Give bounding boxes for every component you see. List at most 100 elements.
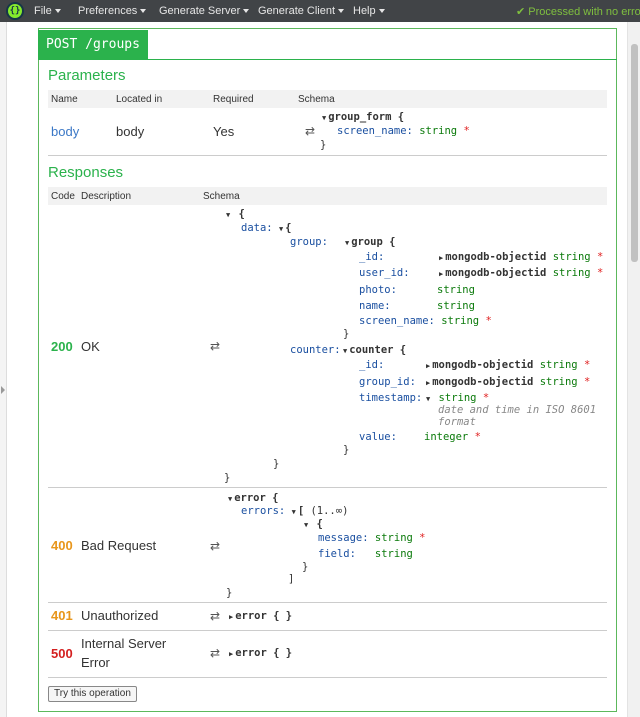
collapse-arrow-icon[interactable]: ▼ — [322, 114, 326, 122]
param-col-located-in: Located in — [116, 94, 163, 105]
counter-field-group-id-type[interactable]: ▶ mongodb-objectid string * — [426, 376, 590, 388]
swap-icon[interactable]: ⇄ — [210, 339, 220, 353]
divider — [48, 155, 607, 156]
menu-generate-client[interactable]: Generate Client — [258, 5, 345, 17]
swap-icon[interactable]: ⇄ — [210, 539, 220, 553]
response-description-server-error-1: Internal Server — [81, 636, 167, 651]
menu-help[interactable]: Help — [353, 5, 385, 17]
response-description-server-error-2: Error — [81, 655, 110, 670]
group-field-id-type[interactable]: ▶ mongodb-objectid string * — [439, 251, 603, 263]
counter-key: counter: — [290, 344, 341, 356]
bad-request-root[interactable]: ▼ error { — [228, 492, 278, 504]
operation-header[interactable]: POST /groups — [38, 30, 617, 60]
bad-request-close: } — [226, 587, 233, 599]
ok-schema-open[interactable]: ▼ { — [226, 208, 245, 220]
collapse-arrow-icon[interactable]: ▼ — [426, 395, 430, 403]
group-row[interactable]: group: — [290, 236, 328, 248]
menu-generate-server[interactable]: Generate Server — [159, 5, 250, 17]
editor-collapse-gutter[interactable] — [0, 22, 7, 717]
field-ref: mongodb-objectid — [445, 267, 547, 279]
required-marker: * — [583, 359, 591, 371]
collapse-arrow-icon[interactable]: ▼ — [228, 495, 232, 503]
expand-arrow-icon[interactable] — [1, 386, 5, 394]
errors-item-open[interactable]: ▼ { — [304, 518, 323, 530]
group-key: group: — [290, 236, 328, 248]
server-error-schema[interactable]: ▶ error { } — [229, 647, 292, 659]
field-key: _id: — [359, 251, 385, 263]
counter-field-timestamp-type[interactable]: ▼ string * — [426, 392, 489, 404]
expand-arrow-icon[interactable]: ▶ — [426, 379, 430, 387]
operation-badge[interactable]: POST /groups — [38, 30, 148, 60]
header-divider — [38, 59, 617, 60]
required-marker: * — [583, 376, 591, 388]
required-marker: * — [463, 125, 470, 137]
collapse-arrow-icon[interactable]: ▼ — [304, 521, 308, 529]
expand-arrow-icon[interactable]: ▶ — [426, 362, 430, 370]
counter-field-group-id: group_id: — [359, 376, 416, 388]
param-col-required: Required — [213, 94, 254, 105]
required-marker: * — [482, 392, 490, 404]
menu-generate-client-label: Generate Client — [258, 5, 336, 17]
counter-field-id-type[interactable]: ▶ mongodb-objectid string * — [426, 359, 590, 371]
menu-file[interactable]: File — [34, 5, 61, 17]
divider — [48, 602, 607, 603]
resp-col-schema: Schema — [203, 191, 240, 202]
param-col-name: Name — [51, 94, 78, 105]
scrollbar-thumb[interactable] — [631, 44, 638, 262]
swap-icon[interactable]: ⇄ — [210, 646, 220, 660]
menu-generate-server-label: Generate Server — [159, 5, 241, 17]
collapse-arrow-icon[interactable]: ▼ — [279, 225, 283, 233]
field-type: string — [539, 359, 578, 371]
field-key: field: — [318, 548, 356, 560]
menu-preferences[interactable]: Preferences — [78, 5, 147, 17]
unauthorized-schema[interactable]: ▶ error { } — [229, 610, 292, 622]
collapse-arrow-icon[interactable]: ▼ — [343, 347, 347, 355]
expand-arrow-icon[interactable]: ▶ — [229, 650, 233, 658]
resp-col-code: Code — [51, 191, 75, 202]
field-type: string — [539, 376, 578, 388]
field-key: name: — [359, 300, 391, 312]
counter-field-id: _id: — [359, 359, 384, 371]
collapse-arrow-icon[interactable]: ▼ — [226, 211, 230, 219]
field-key: user_id: — [359, 267, 410, 279]
collapse-arrow-icon[interactable]: ▼ — [345, 239, 349, 247]
required-marker: * — [474, 431, 481, 443]
check-icon: ✔ — [516, 6, 526, 18]
data-close: } — [273, 458, 280, 470]
param-schema-field: screen_name: string * — [337, 125, 470, 137]
divider — [48, 677, 607, 678]
param-schema-root[interactable]: ▼ group_form { — [322, 111, 404, 123]
item-open-brace: { — [316, 518, 323, 530]
field-key: screen_name: — [337, 125, 413, 137]
errors-row[interactable]: errors: ▼[ (1..∞) — [241, 505, 348, 517]
group-field-user-id-type[interactable]: ▶ mongodb-objectid string * — [439, 267, 603, 279]
collapse-arrow-icon[interactable]: ▼ — [292, 508, 296, 516]
swap-icon[interactable]: ⇄ — [210, 609, 220, 623]
status-message: ✔ Processed with no error — [516, 5, 640, 18]
caret-down-icon — [54, 9, 61, 14]
required-marker: * — [485, 315, 492, 327]
expand-arrow-icon[interactable]: ▶ — [229, 613, 233, 621]
response-code-200: 200 — [51, 339, 73, 354]
param-name[interactable]: body — [51, 124, 79, 139]
expand-arrow-icon[interactable]: ▶ — [439, 254, 443, 262]
divider — [48, 630, 607, 631]
try-operation-button[interactable]: Try this operation — [48, 686, 137, 702]
data-key: data: — [241, 222, 273, 234]
field-key: _id: — [359, 359, 385, 371]
responses-title: Responses — [48, 164, 124, 181]
field-key: group_id: — [359, 376, 416, 388]
ok-data-row[interactable]: data: ▼{ — [241, 222, 291, 234]
field-type: string — [374, 532, 413, 544]
group-schema-name[interactable]: ▼ group { — [345, 236, 395, 248]
swap-icon[interactable]: ⇄ — [305, 124, 315, 138]
unauthorized-schema-text: error { } — [235, 610, 293, 622]
error-field-message: message: string * — [318, 532, 426, 544]
field-type: string — [419, 125, 458, 137]
counter-schema-name[interactable]: ▼ counter { — [343, 344, 406, 356]
response-description-bad-request: Bad Request — [81, 538, 157, 553]
vertical-scrollbar[interactable] — [627, 22, 640, 717]
caret-down-icon — [338, 9, 345, 14]
expand-arrow-icon[interactable]: ▶ — [439, 270, 443, 278]
counter-field-value: value: — [359, 431, 397, 443]
